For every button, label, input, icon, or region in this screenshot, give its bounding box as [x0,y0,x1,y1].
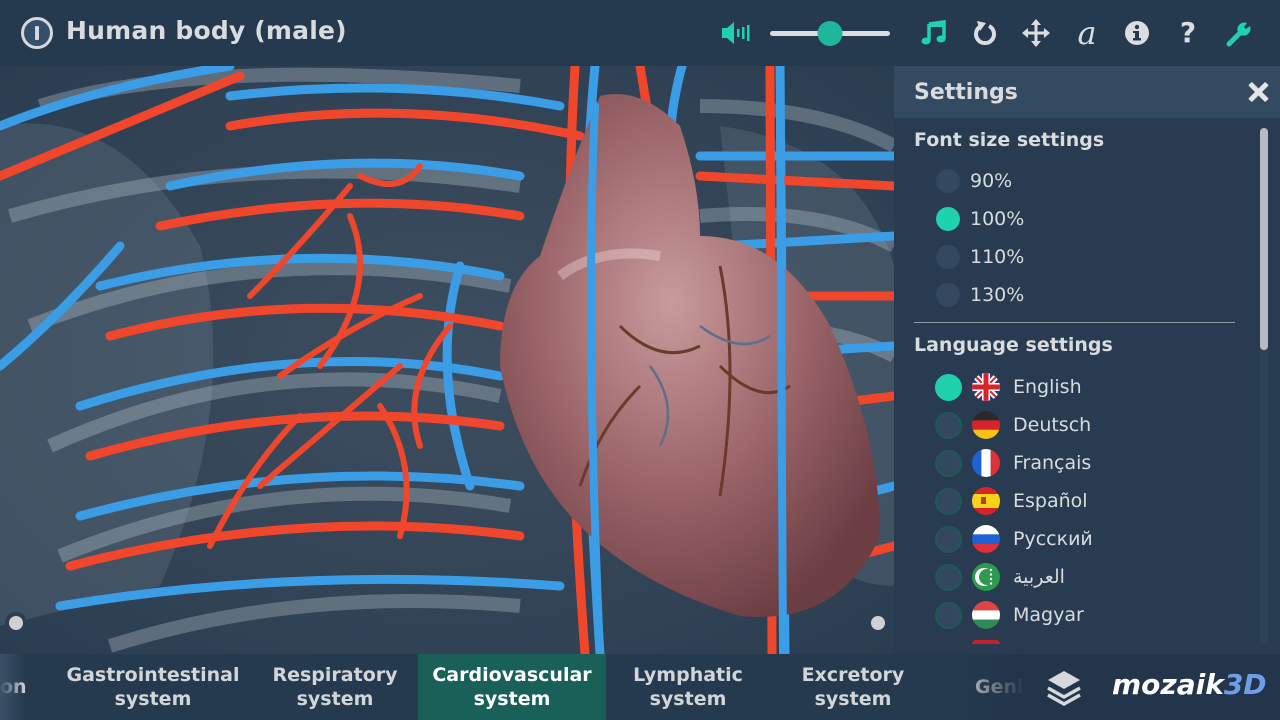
next-flag-partial [972,640,1000,644]
language-radio[interactable] [935,373,962,401]
tab-gastrointestinal[interactable]: Gastrointestinal system [58,654,248,720]
font-size-option[interactable]: 110% [894,240,1244,274]
germany-flag-icon [972,411,1000,439]
font-size-option[interactable]: 90% [894,164,1244,198]
language-radio[interactable] [935,411,962,439]
font-size-radio[interactable] [936,207,960,231]
tab-label: Gastrointestinal [66,664,240,686]
language-label: العربية [1013,566,1065,588]
language-option-russian[interactable]: Русский [894,522,1244,556]
font-size-label: 110% [970,246,1025,268]
brand-suffix: 3D [1223,668,1267,701]
tab-label: Cardiovascular [432,664,592,686]
language-label: Français [1013,452,1092,474]
move-icon[interactable] [1019,16,1053,50]
tab-partial-left[interactable]: on [0,654,40,720]
comoros-flag-icon [972,563,1000,591]
volume-icon[interactable] [719,16,753,50]
layers-icon[interactable] [1045,670,1083,707]
font-size-label: 100% [970,208,1025,230]
help-icon[interactable]: ? [1171,16,1205,50]
settings-divider [914,322,1235,323]
tab-label: system [114,688,192,710]
top-bar: Human body (male) a ? [0,0,1280,66]
settings-scrollbar-thumb[interactable] [1260,128,1268,350]
tab-label: Genit [975,676,1033,698]
language-heading: Language settings [914,334,1113,356]
app-title: Human body (male) [66,16,347,45]
settings-panel: Settings Font size settings 90% 100% 110… [894,66,1280,656]
language-option-deutsch[interactable]: Deutsch [894,408,1244,442]
uk-flag-icon [972,373,1000,401]
language-option-francais[interactable]: Français [894,446,1244,480]
font-icon[interactable]: a [1070,16,1104,50]
3d-viewport[interactable] [0,66,894,654]
anatomy-model [0,66,894,654]
language-option-espanol[interactable]: Español [894,484,1244,518]
language-label: Magyar [1013,604,1084,626]
language-option-english[interactable]: English [894,370,1244,404]
language-option-arabic[interactable]: العربية [894,560,1244,594]
france-flag-icon [972,449,1000,477]
mozaik3d-logo: mozaik3D [1112,668,1267,701]
volume-slider[interactable] [770,20,890,46]
language-label: English [1013,376,1082,398]
settings-header: Settings [894,66,1280,118]
font-size-label: 90% [970,170,1013,192]
tab-label: system [473,688,551,710]
tab-excretory[interactable]: Excretory system [780,654,926,720]
tab-label: system [814,688,892,710]
spain-flag-icon [972,487,1000,515]
reset-icon[interactable] [968,16,1002,50]
hungary-flag-icon [972,601,1000,629]
language-radio[interactable] [935,449,962,477]
wrench-icon[interactable] [1223,16,1257,50]
language-radio[interactable] [935,563,962,591]
russia-flag-icon [972,525,1000,553]
language-label: Русский [1013,528,1093,550]
font-size-option[interactable]: 130% [894,278,1244,312]
font-size-radio[interactable] [936,245,960,269]
font-size-radio[interactable] [936,283,960,307]
music-icon[interactable] [917,16,951,50]
system-tabs-bar: on Gastrointestinal system Respiratory sys… [0,654,1280,720]
language-option-magyar[interactable]: Magyar [894,598,1244,632]
viewport-handle-left[interactable] [5,612,27,634]
language-label: Deutsch [1013,414,1092,436]
tab-label: on [0,676,27,698]
language-radio[interactable] [935,601,962,629]
tab-cardiovascular[interactable]: Cardiovascular system [418,654,606,720]
language-label: Español [1013,490,1088,512]
language-radio[interactable] [935,525,962,553]
font-size-option[interactable]: 100% [894,202,1244,236]
info-icon[interactable] [1120,16,1154,50]
viewport-handle-right[interactable] [867,612,889,634]
close-icon[interactable] [1244,78,1272,106]
font-size-radio[interactable] [936,169,960,193]
font-size-heading: Font size settings [914,129,1105,151]
language-radio[interactable] [935,487,962,515]
brand-area: mozaik3D [1025,654,1280,720]
tab-label: system [649,688,727,710]
volume-slider-thumb[interactable] [817,21,843,46]
tab-label: Excretory [801,664,905,686]
tab-lymphatic[interactable]: Lymphatic system [615,654,761,720]
brand-name: mozaik [1112,668,1224,701]
tab-label: Lymphatic [633,664,743,686]
tab-respiratory[interactable]: Respiratory system [262,654,408,720]
settings-title: Settings [914,80,1018,105]
tab-label: Respiratory [272,664,398,686]
power-icon[interactable] [21,17,53,49]
tab-label: system [296,688,374,710]
font-size-label: 130% [970,284,1025,306]
